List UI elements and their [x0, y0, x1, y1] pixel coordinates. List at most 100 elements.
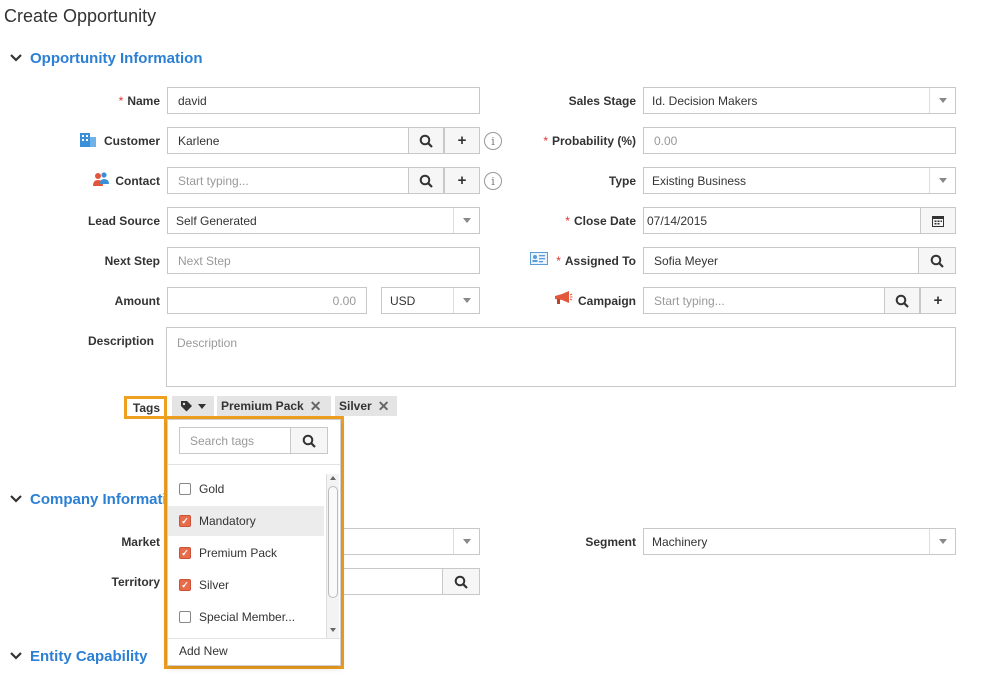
chevron-down-icon [10, 650, 22, 664]
search-icon [302, 434, 316, 448]
campaign-label: Campaign [577, 294, 636, 308]
remove-tag-icon[interactable]: ✕ [310, 398, 322, 415]
section-company-information[interactable]: Company Informati [10, 491, 167, 508]
chevron-down-icon [929, 168, 955, 193]
checkbox[interactable] [179, 483, 191, 495]
amount-input[interactable]: 0.00 [167, 287, 367, 314]
chevron-down-icon [929, 88, 955, 113]
search-icon [419, 134, 433, 148]
customer-search-button[interactable] [408, 127, 444, 154]
tags-scrollbar[interactable] [326, 474, 339, 638]
contact-input[interactable]: Start typing... [167, 167, 409, 194]
assigned-to-input[interactable]: Sofia Meyer [643, 247, 919, 274]
campaign-search-button[interactable] [884, 287, 920, 314]
assigned-to-search-button[interactable] [918, 247, 956, 274]
sales-stage-select[interactable]: Id. Decision Makers [643, 87, 956, 114]
search-icon [895, 294, 909, 308]
section-entity-capability[interactable]: Entity Capability [10, 648, 148, 665]
segment-label: Segment [585, 535, 636, 549]
checkbox[interactable] [179, 611, 191, 623]
page-title: Create Opportunity [4, 6, 157, 26]
campaign-input[interactable]: Start typing... [643, 287, 885, 314]
amount-label: Amount [114, 294, 160, 308]
territory-input[interactable] [330, 568, 443, 595]
tag-option-mandatory[interactable]: Mandatory [168, 506, 324, 536]
plus-icon: + [457, 132, 467, 149]
close-date-label: * Close Date [565, 214, 636, 228]
tags-label: Tags [132, 401, 160, 415]
segment-select[interactable]: Machinery [643, 528, 956, 555]
territory-search-button[interactable] [442, 568, 480, 595]
tag-option-silver[interactable]: Silver [168, 570, 324, 600]
tags-dropdown: Search tags Gold Mandatory Premium Pack … [167, 419, 341, 666]
section-title: Entity Capability [30, 648, 148, 665]
type-label: Type [608, 174, 636, 188]
tag-pill-silver: Silver ✕ [335, 396, 397, 416]
contact-people-icon [92, 171, 110, 190]
chevron-down-icon [198, 403, 206, 409]
tag-option-gold[interactable]: Gold [168, 474, 324, 504]
contact-add-button[interactable]: + [444, 167, 480, 194]
dropdown-divider [168, 464, 340, 465]
search-icon [454, 575, 468, 589]
type-select[interactable]: Existing Business [643, 167, 956, 194]
probability-label: * Probability (%) [543, 134, 636, 148]
tag-icon [181, 400, 192, 411]
scroll-up-arrow-icon[interactable] [330, 476, 336, 480]
lead-source-select[interactable]: Self Generated [167, 207, 480, 234]
market-label: Market [121, 535, 160, 549]
name-input[interactable]: david [167, 87, 480, 114]
tags-search-input[interactable]: Search tags [179, 427, 292, 454]
customer-input[interactable]: Karlene [167, 127, 409, 154]
search-icon [930, 254, 944, 268]
next-step-input[interactable]: Next Step [167, 247, 480, 274]
customer-info-icon[interactable]: i [484, 132, 502, 150]
chevron-down-icon [10, 52, 22, 66]
tag-option-premium-pack[interactable]: Premium Pack [168, 538, 324, 568]
section-title: Company Informati [30, 491, 167, 508]
chevron-down-icon [453, 529, 479, 554]
tags-menu-button[interactable] [172, 396, 214, 416]
contact-label: Contact [115, 174, 160, 188]
currency-select[interactable]: USD [381, 287, 480, 314]
customer-add-button[interactable]: + [444, 127, 480, 154]
section-title: Opportunity Information [30, 50, 203, 67]
tag-option-special-member[interactable]: Special Member... [168, 602, 324, 632]
scrollbar-thumb[interactable] [328, 486, 338, 598]
dropdown-divider [168, 638, 340, 639]
plus-icon: + [933, 292, 943, 309]
add-new-tag-link[interactable]: Add New [179, 644, 228, 658]
next-step-label: Next Step [104, 254, 160, 268]
territory-label: Territory [111, 575, 160, 589]
search-icon [419, 174, 433, 188]
tags-search-button[interactable] [290, 427, 328, 454]
description-textarea[interactable]: Description [166, 327, 956, 387]
plus-icon: + [457, 172, 467, 189]
contact-search-button[interactable] [408, 167, 444, 194]
lead-source-label: Lead Source [87, 214, 160, 228]
description-label: Description [87, 334, 154, 348]
calendar-icon [932, 215, 944, 227]
chevron-down-icon [453, 208, 479, 233]
megaphone-icon [553, 290, 573, 309]
contact-info-icon[interactable]: i [484, 172, 502, 190]
customer-label: Customer [103, 134, 160, 148]
remove-tag-icon[interactable]: ✕ [378, 398, 390, 415]
scroll-down-arrow-icon[interactable] [330, 628, 336, 632]
section-opportunity-information[interactable]: Opportunity Information [10, 50, 202, 67]
campaign-add-button[interactable]: + [920, 287, 956, 314]
building-icon [79, 131, 97, 150]
checkbox-checked[interactable] [179, 515, 191, 527]
chevron-down-icon [929, 529, 955, 554]
tag-pill-premium-pack: Premium Pack ✕ [217, 396, 331, 416]
id-card-icon [530, 252, 548, 268]
checkbox-checked[interactable] [179, 547, 191, 559]
market-select[interactable] [330, 528, 480, 555]
checkbox-checked[interactable] [179, 579, 191, 591]
chevron-down-icon [453, 288, 479, 313]
assigned-to-label: * Assigned To [556, 254, 636, 268]
close-date-input[interactable]: 07/14/2015 [643, 207, 921, 234]
name-label: * Name [118, 94, 160, 108]
probability-input[interactable]: 0.00 [643, 127, 956, 154]
calendar-button[interactable] [920, 207, 956, 234]
